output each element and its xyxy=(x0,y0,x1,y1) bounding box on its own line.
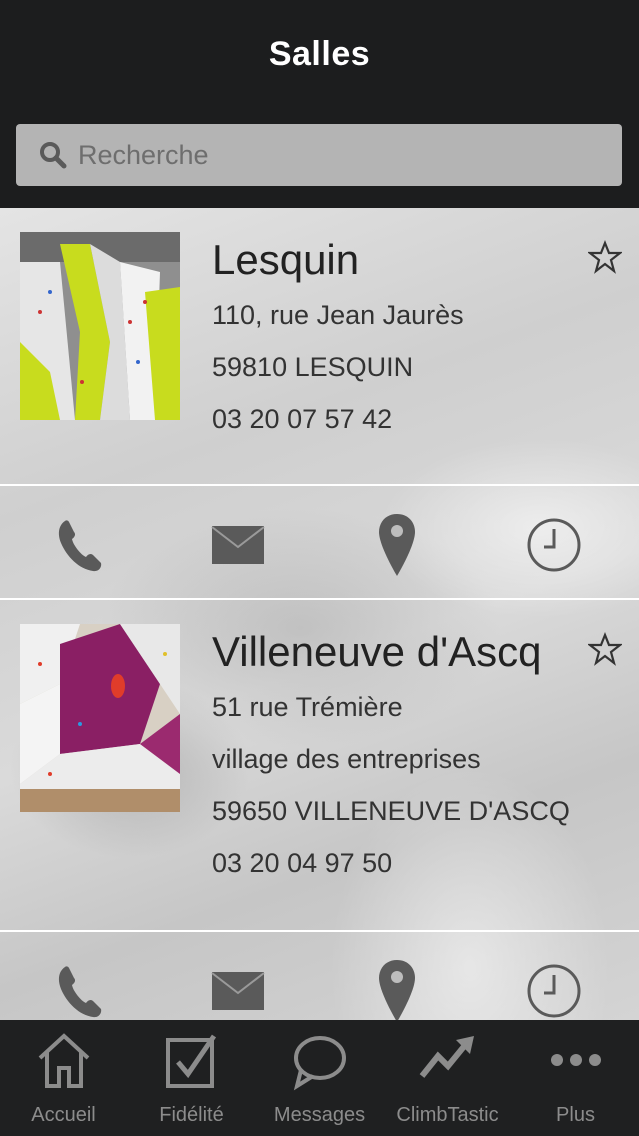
tab-label: Plus xyxy=(556,1104,595,1126)
tab-messages[interactable]: Messages xyxy=(256,1020,383,1136)
location-pin-icon xyxy=(379,514,415,576)
divider xyxy=(0,930,639,932)
clock-icon xyxy=(527,518,581,572)
email-button[interactable] xyxy=(208,956,268,1020)
clock-icon xyxy=(527,964,581,1018)
tab-fidelite[interactable]: Fidélité xyxy=(128,1020,255,1136)
favorite-star-icon[interactable] xyxy=(588,632,622,666)
tab-climbtastic[interactable]: ClimbTastic xyxy=(384,1020,511,1136)
gym-actions xyxy=(0,938,639,1020)
tab-accueil[interactable]: Accueil xyxy=(0,1020,127,1136)
home-icon xyxy=(38,1033,89,1088)
tab-label: Fidélité xyxy=(159,1104,224,1126)
gym-address: 51 rue Trémière xyxy=(212,692,403,722)
tab-label: ClimbTastic xyxy=(396,1104,499,1126)
tab-label: Messages xyxy=(273,1104,366,1126)
gym-actions xyxy=(0,492,639,602)
divider xyxy=(0,598,639,600)
phone-icon xyxy=(58,520,102,572)
call-button[interactable] xyxy=(50,510,110,580)
gym-address: 110, rue Jean Jaurès xyxy=(212,300,464,330)
checkbox-icon xyxy=(165,1034,216,1088)
gym-name: Lesquin xyxy=(212,236,360,283)
phone-icon xyxy=(58,966,102,1018)
speech-bubble-icon xyxy=(293,1036,346,1091)
gym-city: 59650 VILLENEUVE D'ASCQ xyxy=(212,796,570,826)
location-pin-icon xyxy=(379,960,415,1020)
divider xyxy=(0,484,639,486)
gym-address-2: village des entreprises xyxy=(212,744,481,774)
tab-label: Accueil xyxy=(31,1104,96,1126)
gym-list[interactable]: Lesquin 110, rue Jean Jaurès 59810 LESQU… xyxy=(0,208,639,1020)
search-input[interactable] xyxy=(76,138,580,172)
more-dots-icon xyxy=(550,1054,601,1066)
envelope-icon xyxy=(211,972,265,1010)
search-icon xyxy=(40,142,67,169)
gym-photo-lesquin xyxy=(20,232,180,420)
map-button[interactable] xyxy=(367,510,427,580)
hours-button[interactable] xyxy=(524,510,584,580)
tab-plus[interactable]: Plus xyxy=(512,1020,639,1136)
page-title: Salles xyxy=(268,34,371,73)
email-button[interactable] xyxy=(208,510,268,580)
gym-photo-villeneuve xyxy=(20,624,180,812)
tab-bar: Accueil Fidélité Messages ClimbTastic Pl… xyxy=(0,1020,639,1136)
call-button[interactable] xyxy=(50,956,110,1020)
envelope-icon xyxy=(211,526,265,564)
gym-city: 59810 LESQUIN xyxy=(212,352,414,382)
favorite-star-icon[interactable] xyxy=(588,240,622,274)
gym-phone: 03 20 04 97 50 xyxy=(212,848,393,878)
map-button[interactable] xyxy=(367,956,427,1020)
search-box[interactable] xyxy=(16,124,622,186)
gym-name: Villeneuve d'Ascq xyxy=(212,628,542,675)
search-bar xyxy=(0,108,639,208)
hours-button[interactable] xyxy=(524,956,584,1020)
trend-arrow-icon xyxy=(419,1036,474,1078)
header-bar: Salles xyxy=(0,0,639,108)
gym-phone: 03 20 07 57 42 xyxy=(212,404,393,434)
